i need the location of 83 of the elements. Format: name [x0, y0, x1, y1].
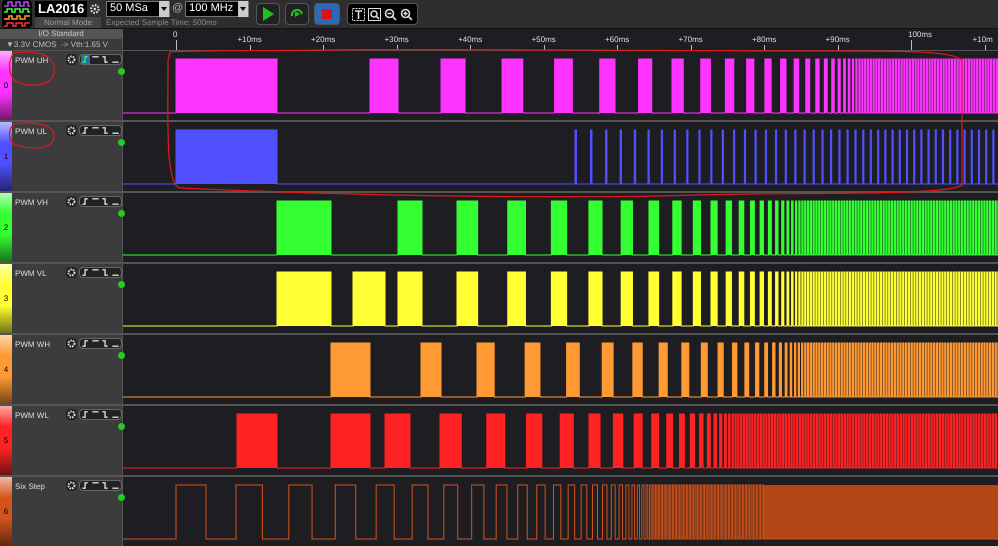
- channel-index: 3: [4, 292, 8, 304]
- tick-mark: [470, 45, 471, 50]
- sample-depth-dropdown[interactable]: 50 MSa: [106, 0, 170, 16]
- io-standard-header: I/O Standard: [0, 29, 122, 39]
- dropdown-caret-icon: [159, 0, 169, 16]
- rising-edge-icon[interactable]: [81, 339, 90, 348]
- settings-icon[interactable]: [66, 338, 77, 349]
- waveform-logo-icon: [2, 0, 32, 28]
- tick-label: +30ms: [384, 35, 409, 44]
- channel-name: PWM WL: [15, 410, 49, 422]
- at-sign: @: [172, 1, 184, 16]
- tick-label: +10m: [972, 35, 993, 44]
- run-button[interactable]: [256, 3, 280, 25]
- text-cursor-icon[interactable]: [352, 8, 366, 20]
- tick-label: +20ms: [311, 35, 336, 44]
- rising-edge-icon[interactable]: [81, 126, 90, 135]
- settings-icon[interactable]: [66, 125, 77, 136]
- channel-name: PWM UL: [15, 126, 47, 138]
- channel-index: 4: [4, 364, 8, 376]
- settings-icon[interactable]: [66, 54, 77, 65]
- tick-label: 0: [173, 30, 178, 39]
- status-led-icon: [118, 139, 125, 146]
- tick-mark: [396, 45, 398, 50]
- settings-icon[interactable]: [66, 480, 77, 491]
- zoom-out-icon[interactable]: [384, 8, 398, 20]
- mode-label: Normal Mode: [35, 16, 101, 28]
- falling-edge-icon[interactable]: [101, 339, 110, 348]
- rising-edge-icon[interactable]: [81, 410, 90, 419]
- sample-time-label: Expected Sample Time: 500ms: [106, 16, 218, 28]
- tick-label: +80ms: [752, 35, 776, 44]
- status-led-icon: [118, 352, 125, 359]
- rising-edge-icon[interactable]: [81, 268, 90, 277]
- tick-label: +70ms: [678, 35, 703, 44]
- channel-name: PWM VH: [15, 197, 48, 209]
- zoom-region-icon[interactable]: [368, 8, 382, 20]
- zoom-in-icon[interactable]: [400, 8, 414, 20]
- repeat-run-button[interactable]: [285, 3, 310, 25]
- tick-mark: [984, 45, 986, 50]
- settings-icon[interactable]: [66, 267, 77, 278]
- channel-index: 6: [4, 506, 8, 518]
- channel-index: 1: [4, 150, 8, 162]
- status-led-icon: [118, 210, 125, 217]
- tick-label: +50ms: [532, 35, 556, 44]
- stop-icon: [322, 9, 332, 19]
- falling-edge-icon[interactable]: [101, 410, 110, 419]
- stop-button[interactable]: [314, 3, 340, 25]
- status-led-icon: [118, 68, 125, 75]
- channel-name: PWM UH: [15, 55, 48, 67]
- tick-mark: [617, 45, 618, 50]
- channel-name: PWM VL: [15, 268, 47, 280]
- tick-mark: [176, 40, 177, 50]
- tick-label: +90ms: [826, 35, 850, 44]
- io-standard-dropdown[interactable]: ▼3.3V CMOS -> Vth:1.65 V: [0, 39, 122, 50]
- rising-edge-icon[interactable]: [81, 197, 90, 206]
- falling-edge-icon[interactable]: [101, 55, 110, 64]
- tick-mark: [911, 40, 912, 50]
- falling-edge-icon[interactable]: [101, 126, 110, 135]
- status-led-icon: [118, 494, 125, 501]
- channel-name: PWM WH: [15, 339, 50, 351]
- channel-index: 0: [4, 80, 8, 92]
- tick-label: +10ms: [238, 35, 262, 44]
- tick-label: +40ms: [458, 35, 482, 44]
- tick-label: +60ms: [605, 35, 630, 44]
- tick-mark: [690, 45, 692, 50]
- falling-edge-icon[interactable]: [101, 481, 110, 490]
- rising-edge-icon[interactable]: [81, 481, 90, 490]
- settings-icon[interactable]: [89, 2, 101, 16]
- tick-mark: [323, 45, 324, 50]
- settings-icon[interactable]: [66, 409, 77, 420]
- status-led-icon: [118, 281, 125, 288]
- channel-name: Six Step: [15, 481, 45, 493]
- channel-index: 2: [4, 222, 8, 234]
- channel-index: 5: [4, 434, 8, 446]
- dropdown-caret-icon: [238, 0, 248, 16]
- falling-edge-icon[interactable]: [101, 197, 110, 206]
- status-led-icon: [118, 423, 125, 430]
- play-icon: [262, 7, 274, 21]
- sample-rate-dropdown[interactable]: 100 MHz: [185, 0, 250, 16]
- falling-edge-icon[interactable]: [101, 268, 110, 277]
- tick-label: 100ms: [908, 30, 932, 39]
- device-name: LA2016: [35, 0, 88, 16]
- tick-mark: [764, 45, 765, 50]
- settings-icon[interactable]: [66, 196, 77, 207]
